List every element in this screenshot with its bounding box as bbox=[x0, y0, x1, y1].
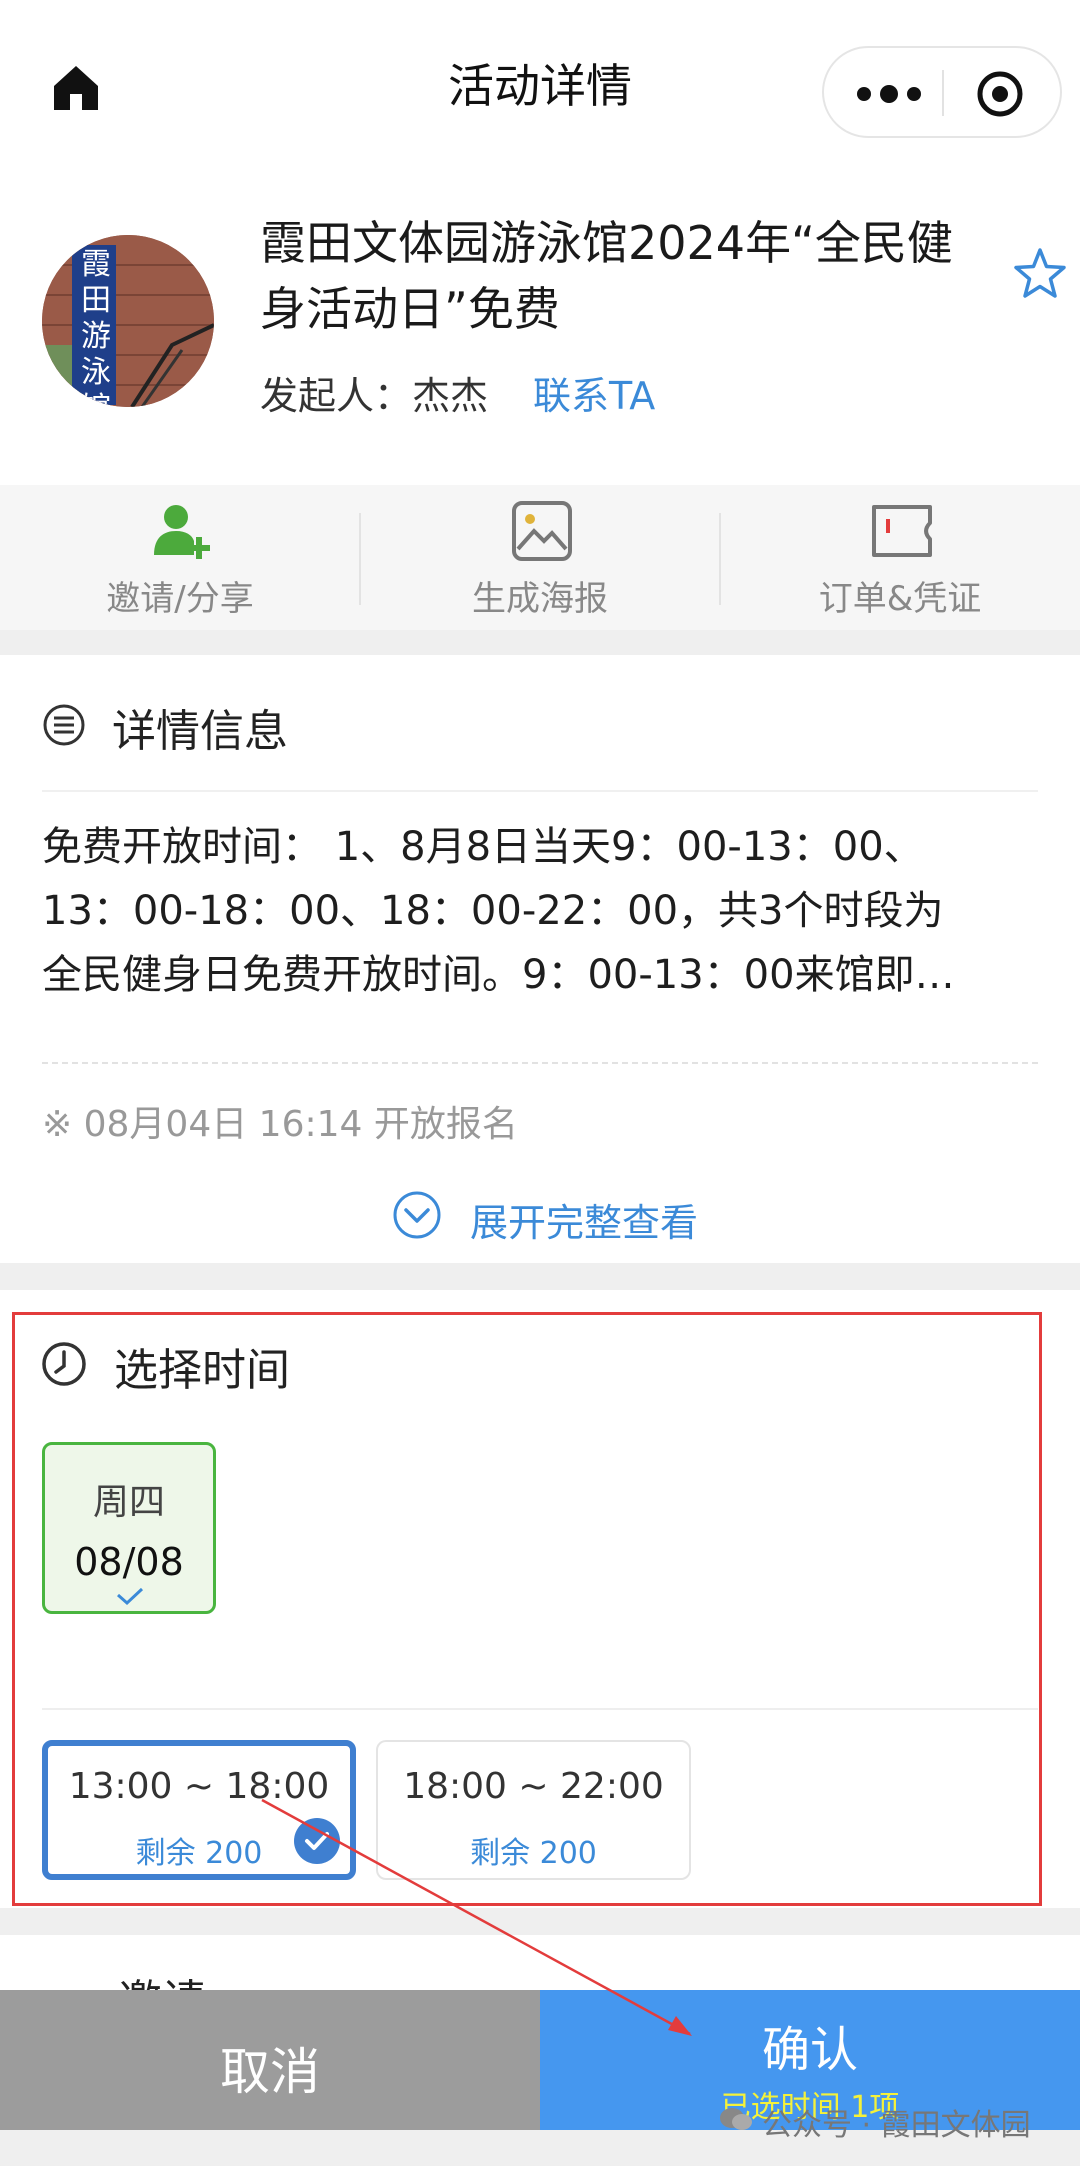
cancel-label: 取消 bbox=[220, 2043, 320, 2101]
add-user-icon bbox=[154, 505, 210, 559]
expand-full-link[interactable]: 展开完整查看 bbox=[470, 1192, 698, 1247]
organizer-label: 发起人：杰杰 bbox=[260, 374, 489, 418]
action-label: 生成海报 bbox=[472, 579, 608, 619]
ticket-icon bbox=[872, 505, 932, 557]
dashed-divider bbox=[42, 1062, 1038, 1064]
list-icon bbox=[43, 704, 85, 746]
invite-section-peek: 邀请 bbox=[0, 1935, 1080, 2027]
contact-link[interactable]: 联系TA bbox=[533, 365, 655, 420]
activity-description: 免费开放时间： 1、8月8日当天9：00-13：00、 13：00-18：00、… bbox=[42, 824, 955, 998]
activity-avatar: 霞田游泳馆 bbox=[42, 235, 214, 407]
annotation-highlight-box bbox=[12, 1312, 1042, 1906]
generate-poster-button[interactable]: 生成海报 bbox=[360, 485, 720, 630]
action-label: 邀请/分享 bbox=[106, 579, 254, 619]
details-section: 详情信息 免费开放时间： 1、8月8日当天9：00-13：00、 13：00-1… bbox=[0, 655, 1080, 1263]
wechat-icon bbox=[720, 2108, 752, 2130]
action-label: 订单&凭证 bbox=[818, 579, 982, 619]
cancel-button[interactable]: 取消 bbox=[0, 1990, 540, 2130]
chevron-down-circle-icon[interactable] bbox=[392, 1190, 442, 1240]
capsule-divider bbox=[942, 70, 944, 116]
divider bbox=[42, 790, 1038, 792]
favorite-star-icon[interactable] bbox=[1012, 246, 1068, 302]
registration-open-note: ※ 08月04日 16:14 开放报名 bbox=[42, 1104, 518, 1145]
close-miniprogram-icon[interactable] bbox=[974, 68, 1026, 120]
watermark-text: 公众号 · 霞田文体园 bbox=[762, 2108, 1031, 2143]
avatar-image bbox=[42, 235, 214, 407]
activity-title: 霞田文体园游泳馆2024年“全民健身活动日”免费 bbox=[260, 216, 953, 336]
invite-share-button[interactable]: 邀请/分享 bbox=[0, 485, 360, 630]
section-title: 详情信息 bbox=[112, 706, 288, 757]
image-icon bbox=[512, 501, 572, 561]
avatar-text: 霞田游泳馆 bbox=[81, 247, 111, 407]
activity-card: 霞田游泳馆 霞田文体园游泳馆2024年“全民健身活动日”免费 发起人：杰杰 联系… bbox=[0, 160, 1080, 485]
action-row: 邀请/分享 生成海报 订单&凭证 bbox=[0, 485, 1080, 630]
orders-vouchers-button[interactable]: 订单&凭证 bbox=[720, 485, 1080, 630]
more-icon[interactable] bbox=[854, 76, 924, 112]
nav-header: 活动详情 bbox=[0, 0, 1080, 160]
confirm-label: 确认 bbox=[761, 2022, 858, 2078]
miniprogram-capsule bbox=[822, 46, 1062, 138]
